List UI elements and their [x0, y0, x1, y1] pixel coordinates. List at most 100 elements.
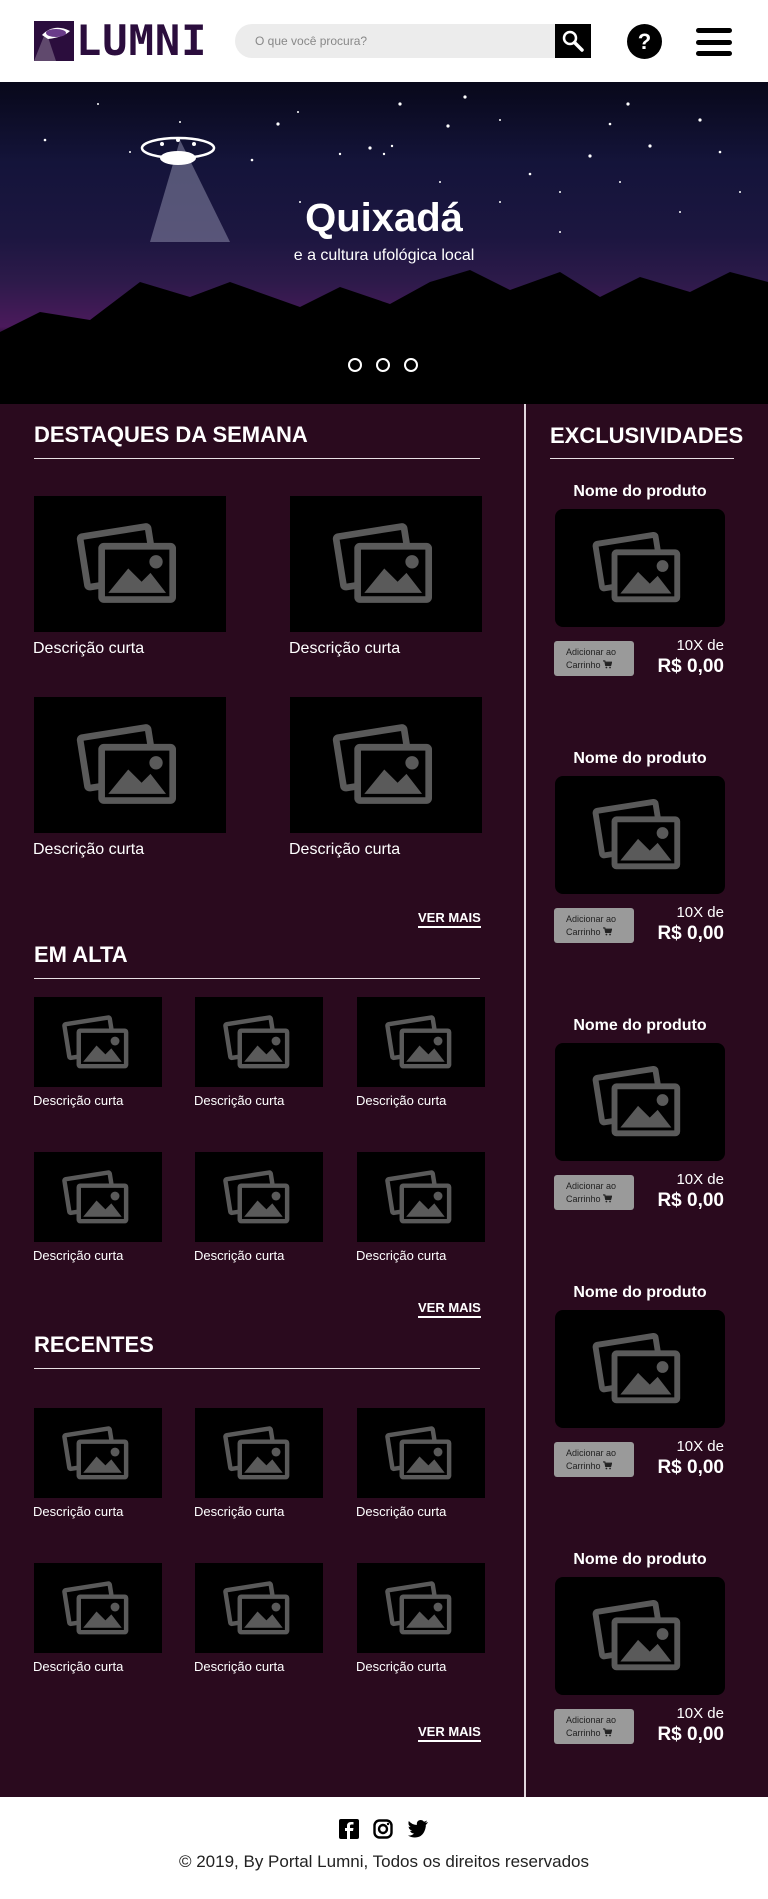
- facebook-icon[interactable]: [339, 1819, 359, 1839]
- product-image[interactable]: [555, 1043, 725, 1161]
- search-input[interactable]: [255, 24, 545, 58]
- section-divider: [34, 1368, 480, 1369]
- card-thumbnail[interactable]: [195, 1152, 323, 1242]
- card-caption[interactable]: Descrição curta: [33, 1093, 162, 1108]
- card-caption[interactable]: Descrição curta: [194, 1504, 323, 1519]
- product-name[interactable]: Nome do produto: [550, 1284, 730, 1302]
- cart-icon: [603, 1728, 613, 1737]
- card-caption[interactable]: Descrição curta: [356, 1248, 485, 1263]
- content-card[interactable]: Descrição curta: [33, 697, 226, 859]
- product-card: Nome do produto Adicionar ao Carrinho 10X…: [550, 750, 730, 950]
- content-card[interactable]: Descrição curta: [356, 997, 485, 1108]
- image-placeholder-icon: [62, 1425, 129, 1479]
- product-price: R$ 0,00: [657, 656, 724, 677]
- card-thumbnail[interactable]: [357, 997, 485, 1087]
- content-card[interactable]: Descrição curta: [194, 1563, 323, 1674]
- card-thumbnail[interactable]: [34, 496, 226, 632]
- card-caption[interactable]: Descrição curta: [33, 640, 226, 658]
- product-name[interactable]: Nome do produto: [550, 1551, 730, 1569]
- content-card[interactable]: Descrição curta: [194, 1408, 323, 1519]
- section-divider: [550, 458, 734, 459]
- product-card: Nome do produto Adicionar ao Carrinho 10X…: [550, 1284, 730, 1484]
- add-to-cart-button[interactable]: Adicionar ao Carrinho: [554, 641, 634, 676]
- content-card[interactable]: Descrição curta: [33, 1152, 162, 1263]
- content-card[interactable]: Descrição curta: [194, 1152, 323, 1263]
- content-card[interactable]: Descrição curta: [356, 1563, 485, 1674]
- card-thumbnail[interactable]: [290, 697, 482, 833]
- card-thumbnail[interactable]: [195, 1408, 323, 1498]
- content-card[interactable]: Descrição curta: [33, 1563, 162, 1674]
- carousel-dots: [348, 358, 418, 372]
- main-content: DESTAQUES DA SEMANA Descrição curta Desc…: [0, 404, 524, 1797]
- card-caption[interactable]: Descrição curta: [289, 640, 482, 658]
- section-divider: [34, 978, 480, 979]
- card-thumbnail[interactable]: [357, 1563, 485, 1653]
- logo[interactable]: LUMNI: [34, 20, 207, 62]
- image-placeholder-icon: [76, 523, 176, 603]
- add-to-cart-button[interactable]: Adicionar ao Carrinho: [554, 1442, 634, 1477]
- search-icon: [562, 30, 584, 52]
- product-name[interactable]: Nome do produto: [550, 1017, 730, 1035]
- image-placeholder-icon: [385, 1169, 452, 1223]
- search-button[interactable]: [555, 24, 591, 58]
- image-placeholder-icon: [385, 1425, 452, 1479]
- help-button[interactable]: ?: [627, 24, 662, 59]
- add-to-cart-button[interactable]: Adicionar ao Carrinho: [554, 1175, 634, 1210]
- social-links: [0, 1819, 768, 1839]
- product-image[interactable]: [555, 509, 725, 627]
- content-card[interactable]: Descrição curta: [289, 496, 482, 658]
- card-thumbnail[interactable]: [195, 997, 323, 1087]
- product-name[interactable]: Nome do produto: [550, 750, 730, 768]
- card-thumbnail[interactable]: [290, 496, 482, 632]
- carousel-dot-1[interactable]: [348, 358, 362, 372]
- card-thumbnail[interactable]: [195, 1563, 323, 1653]
- add-to-cart-button[interactable]: Adicionar ao Carrinho: [554, 1709, 634, 1744]
- card-thumbnail[interactable]: [34, 1408, 162, 1498]
- product-image[interactable]: [555, 1577, 725, 1695]
- content-card[interactable]: Descrição curta: [194, 997, 323, 1108]
- card-caption[interactable]: Descrição curta: [356, 1504, 485, 1519]
- card-thumbnail[interactable]: [357, 1408, 485, 1498]
- ver-mais-destaques-link[interactable]: VER MAIS: [418, 910, 481, 928]
- twitter-icon[interactable]: [407, 1819, 429, 1839]
- card-caption[interactable]: Descrição curta: [33, 1248, 162, 1263]
- section-title-exclusividades: EXCLUSIVIDADES: [550, 423, 744, 448]
- content-card[interactable]: Descrição curta: [33, 997, 162, 1108]
- card-caption[interactable]: Descrição curta: [33, 1659, 162, 1674]
- content-card[interactable]: Descrição curta: [356, 1408, 485, 1519]
- card-thumbnail[interactable]: [34, 1152, 162, 1242]
- card-caption[interactable]: Descrição curta: [356, 1659, 485, 1674]
- instagram-icon[interactable]: [373, 1819, 393, 1839]
- product-name[interactable]: Nome do produto: [550, 483, 730, 501]
- card-thumbnail[interactable]: [34, 1563, 162, 1653]
- hero-background-illustration: [0, 95, 768, 404]
- card-thumbnail[interactable]: [357, 1152, 485, 1242]
- content-card[interactable]: Descrição curta: [289, 697, 482, 859]
- product-image[interactable]: [555, 1310, 725, 1428]
- card-caption[interactable]: Descrição curta: [356, 1093, 485, 1108]
- card-caption[interactable]: Descrição curta: [194, 1659, 323, 1674]
- carousel-dot-3[interactable]: [404, 358, 418, 372]
- hero-title: Quixadá: [305, 196, 463, 240]
- content-card[interactable]: Descrição curta: [33, 496, 226, 658]
- add-to-cart-button[interactable]: Adicionar ao Carrinho: [554, 908, 634, 943]
- content-card[interactable]: Descrição curta: [356, 1152, 485, 1263]
- cart-icon: [603, 1461, 613, 1470]
- add-to-cart-label: Adicionar ao: [566, 914, 617, 924]
- menu-button[interactable]: [696, 28, 732, 56]
- card-caption[interactable]: Descrição curta: [289, 841, 482, 859]
- ver-mais-em-alta-link[interactable]: VER MAIS: [418, 1300, 481, 1318]
- card-caption[interactable]: Descrição curta: [194, 1093, 323, 1108]
- card-caption[interactable]: Descrição curta: [33, 841, 226, 859]
- carousel-dot-2[interactable]: [376, 358, 390, 372]
- card-thumbnail[interactable]: [34, 697, 226, 833]
- product-image[interactable]: [555, 776, 725, 894]
- card-caption[interactable]: Descrição curta: [33, 1504, 162, 1519]
- hero-carousel[interactable]: Quixadá e a cultura ufológica local: [0, 82, 768, 404]
- card-caption[interactable]: Descrição curta: [194, 1248, 323, 1263]
- ver-mais-recentes-link[interactable]: VER MAIS: [418, 1724, 481, 1742]
- content-card[interactable]: Descrição curta: [33, 1408, 162, 1519]
- image-placeholder-icon: [223, 1014, 290, 1068]
- card-thumbnail[interactable]: [34, 997, 162, 1087]
- header: LUMNI ?: [0, 0, 768, 82]
